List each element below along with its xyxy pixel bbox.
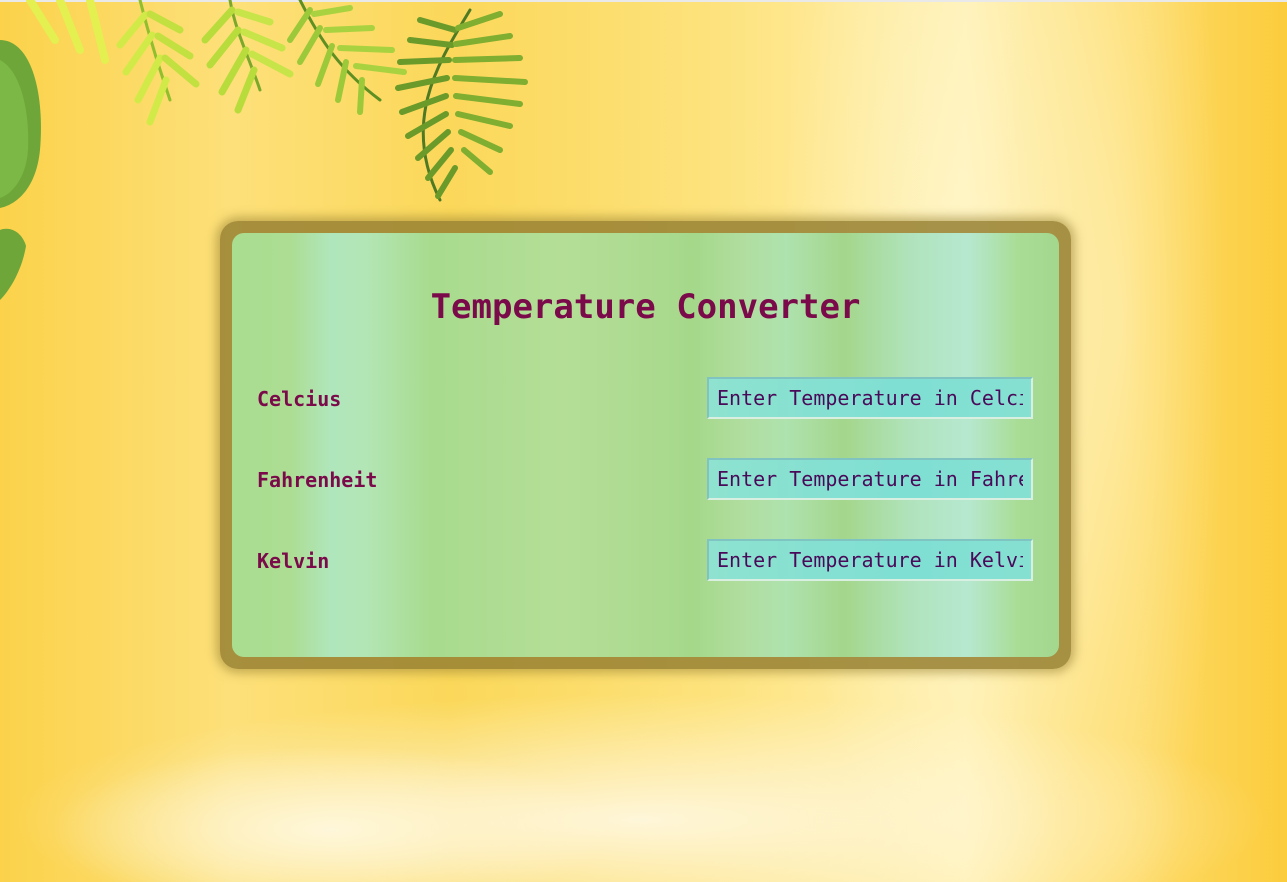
- celcius-label: Celcius: [257, 387, 342, 411]
- kelvin-label: Kelvin: [257, 549, 330, 573]
- celcius-input[interactable]: [707, 377, 1033, 419]
- fahrenheit-label: Fahrenheit: [257, 468, 378, 492]
- page-title: Temperature Converter: [430, 287, 861, 327]
- kelvin-input[interactable]: [707, 539, 1033, 581]
- fahrenheit-input[interactable]: [707, 458, 1033, 500]
